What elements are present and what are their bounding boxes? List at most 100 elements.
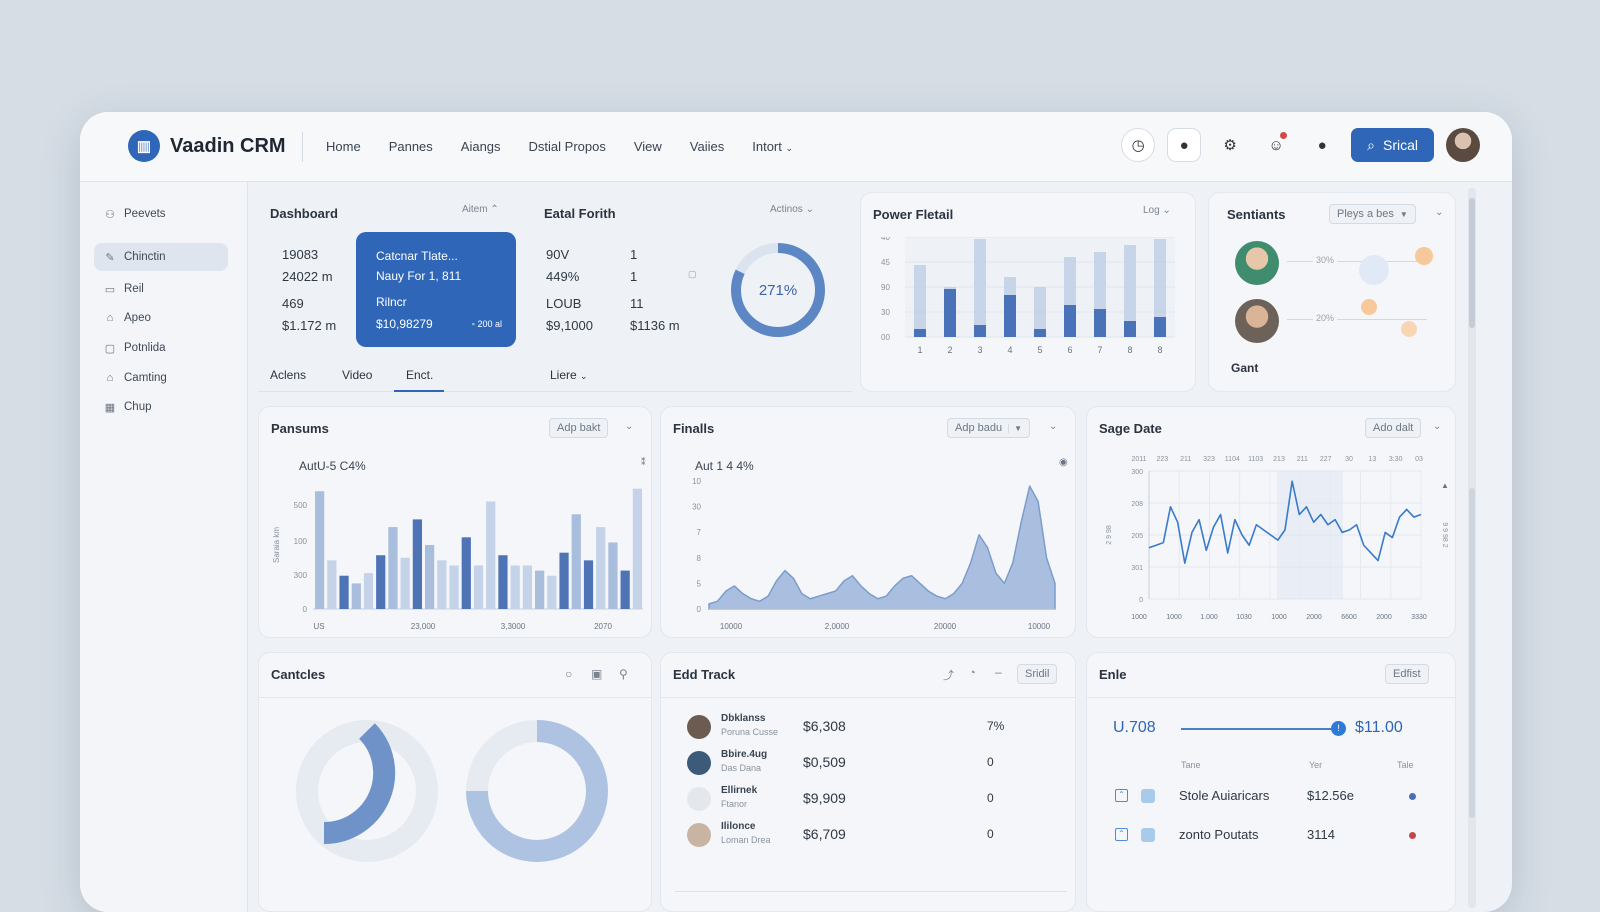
checkbox-icon[interactable]: ⌃ [1115,789,1128,802]
search-button[interactable]: ⌕ Srical [1351,128,1434,162]
power-control[interactable]: Log ⌄ [1143,205,1171,216]
chevron-down-icon[interactable]: ⌄ [625,421,633,432]
sidebar-item-peevets[interactable]: ⚇ Peevets [94,200,228,228]
y-tick-label: 8 [697,554,702,563]
sentiant-avatar [1235,241,1279,285]
x-tick-label: 2070 [594,622,612,631]
refresh-icon[interactable]: ○ [565,667,572,681]
sidebar-item-chinctin[interactable]: ✎ Chinctin [94,243,228,271]
sidebar-item-reil[interactable]: ▭ Reil [94,275,228,303]
nav-home[interactable]: Home [326,139,361,154]
x-tick-label: 1.000 [1200,614,1218,621]
sage-title: Sage Date [1099,421,1162,436]
sidebar-item-potnlida[interactable]: ▢ Potnlida [94,334,228,362]
scrollbar-thumb[interactable] [1469,488,1475,818]
checkbox-icon[interactable]: ⌃ [1115,828,1128,841]
clock-icon[interactable]: ◷ [1121,128,1156,162]
chevron-down-icon[interactable]: ⌄ [1435,207,1443,218]
color-swatch [1141,789,1155,803]
user-settings-icon[interactable]: ⚙ [1213,128,1247,162]
sentiants-select[interactable]: Pleys a bes ▼ [1329,204,1416,224]
bar [547,575,557,609]
finalls-control[interactable]: Adp badu ▼ [947,418,1031,438]
copy-icon[interactable]: ▢ [688,269,697,280]
scrollbar-thumb[interactable] [1469,198,1475,328]
user-icon[interactable]: ● [1167,128,1202,162]
page-scrollbar[interactable] [1468,188,1476,908]
chevron-down-icon[interactable]: ⌄ [1049,421,1057,432]
chevron-down-icon[interactable]: ⌄ [1433,421,1441,432]
edd-button[interactable]: Sridil [1017,664,1058,684]
eatal-value: 1 [630,269,638,284]
nav-pannes[interactable]: Pannes [389,139,433,154]
pansums-title: Pansums [271,421,329,436]
y-tick-label: 0 [303,605,308,614]
x-tick-label: US [313,622,324,631]
row-amount: $9,909 [803,790,846,806]
row-value: $12.56e [1307,788,1354,803]
chevron-down-icon: ⌄ [805,204,814,215]
eatal-label: $9,1000 [546,318,593,333]
bar [974,239,986,337]
y-tick-label: 300 [294,571,308,580]
minus-icon[interactable]: – [995,665,1002,679]
tab-enct[interactable]: Enct. [394,368,444,392]
dashboard-control[interactable]: Aitem ⌃ [462,204,499,215]
sidebar-item-camting[interactable]: ⌂ Camting [94,364,228,392]
nav-dstial-propos[interactable]: Dstial Propos [529,139,606,154]
dashboard-tabs: Aclens Video Enct. Liere ⌄ [258,358,852,392]
pansums-card: Pansums Adp bakt ⌄ AutU-5 C4% ⁑ Saraia k… [258,406,652,638]
y-tick-label: 30 [692,503,701,512]
user-avatar[interactable] [1446,128,1480,162]
row-sub: Das Dana [721,763,762,773]
table-row[interactable]: Bbire.4ug Das Dana $0,509 0 [661,747,1075,779]
user-icon[interactable]: ◔ [969,667,976,679]
trash-icon[interactable]: ▣ [591,667,602,681]
eatal-control[interactable]: Actinos ⌄ [770,204,814,215]
list-item[interactable]: ⌃ Stole Auiaricars $12.56e [1087,781,1455,811]
settings-icon[interactable]: ⁑ [641,457,646,468]
enle-button[interactable]: Edfist [1385,664,1429,684]
main-nav: Home Pannes Aiangs Dstial Propos View Va… [326,139,793,154]
row-value: 7% [987,719,1005,733]
x-tick-label: 1030 [1236,614,1252,621]
profile-icon[interactable]: ● [1305,128,1339,162]
y-axis-label: Saraia km [272,527,281,563]
donut-label: 271% [759,282,797,299]
info-icon[interactable]: ◉ [1059,457,1068,468]
table-row[interactable]: Ellirnek Ftanor $9,909 0 [661,783,1075,815]
nav-vaiies[interactable]: Vaiies [690,139,724,154]
nav-view[interactable]: View [634,139,662,154]
sage-control[interactable]: Ado dalt [1365,418,1422,438]
bar [510,565,520,609]
notifications-icon[interactable]: ☺ [1259,128,1293,162]
table-row[interactable]: Dbklanss Poruna Cusse $6,308 7% [661,711,1075,743]
pansums-control[interactable]: Adp bakt [549,418,609,438]
list-item[interactable]: ⌃ zonto Poutats 3114 [1087,820,1455,850]
x-tick-label: 10000 [720,622,743,631]
sidebar-item-chup[interactable]: ▦ Chup [94,393,228,421]
table-row[interactable]: Ililonce Loman Drea $6,709 0 [661,819,1075,851]
nav-aiangs[interactable]: Aiangs [461,139,501,154]
slider-handle-icon[interactable]: ! [1331,721,1346,736]
highlight-card[interactable]: Catcnar Tlate... Nauy For 1, 811 Rilncr … [356,232,516,347]
sidebar: ⚇ Peevets ✎ Chinctin ▭ Reil ⌂ Apeo ▢ Potnlida… [80,182,248,912]
tab-video[interactable]: Video [342,368,372,382]
x-tick-label: 3330 [1411,614,1427,621]
tab-liere[interactable]: Liere ⌄ [550,368,588,382]
row-name: Dbklanss [721,713,766,724]
bar [425,545,435,609]
sentiant-line [1287,319,1427,320]
bar [461,537,471,609]
y-tick-label: 0 [697,605,702,614]
finalls-chart: 0 5 8 7 30 10 10000 2,0000 20000 10000 [692,477,1056,631]
tab-aclens[interactable]: Aclens [270,368,306,382]
share-icon[interactable]: ⤴ [943,667,954,683]
app-logo[interactable]: ▥ Vaadin CRM [128,130,286,162]
y-tick-label: 7 [697,528,702,537]
status-dot [1409,793,1416,800]
sentiant-marker [1415,247,1433,265]
nav-intort[interactable]: Intort ⌄ [752,139,793,154]
pin-icon[interactable]: ⚲ [619,667,628,681]
sidebar-item-apeo[interactable]: ⌂ Apeo [94,304,228,332]
